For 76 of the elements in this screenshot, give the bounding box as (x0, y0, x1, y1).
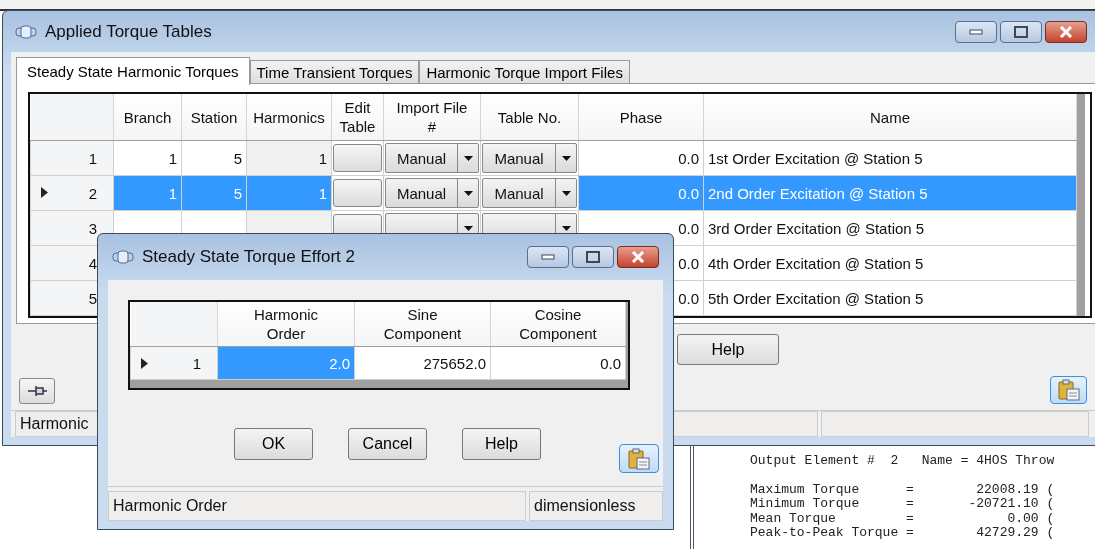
column-header[interactable]: Station (181, 94, 247, 141)
column-header[interactable]: Sine Component (354, 302, 491, 347)
table-cell: 0.0 (578, 175, 704, 211)
output-text-line: Output Element # 2 Name = 4HOS Throw (750, 454, 1056, 469)
table-number-dropdown[interactable]: Manual (482, 143, 577, 173)
output-text-line: Peak-to-Peak Torque = 42729.29 ( (750, 526, 1056, 541)
row-header[interactable]: 1 (30, 140, 114, 176)
table-number-dropdown[interactable]: Manual (482, 178, 577, 208)
table-cell: 1 (113, 140, 182, 176)
help-button[interactable]: Help (677, 334, 779, 365)
table-cell: 1 (113, 175, 182, 211)
row-header[interactable]: 1 (130, 346, 218, 380)
dropdown-icon (561, 225, 571, 231)
column-header[interactable]: Edit Table (331, 94, 384, 141)
maximize-icon (586, 251, 600, 263)
column-header[interactable]: Harmonic Order (217, 302, 355, 347)
app-icon (15, 24, 37, 39)
table-cell: 275652.0 (354, 346, 491, 380)
column-header[interactable]: Phase (578, 94, 704, 141)
dropdown-icon (561, 190, 571, 196)
output-text-line: Minimum Torque = -20721.10 ( (750, 497, 1056, 512)
minimize-icon (969, 28, 983, 35)
paste-button[interactable] (619, 444, 659, 473)
table-cell: 4th Order Excitation @ Station 5 (703, 245, 1077, 281)
table-cell: 0.0 (578, 140, 704, 176)
table-cell: 0.0 (490, 346, 626, 380)
close-icon (630, 251, 646, 263)
minimize-button[interactable] (527, 246, 569, 268)
tab[interactable]: Steady State Harmonic Torques (16, 57, 250, 85)
status-text: Harmonic Order (108, 491, 526, 521)
dialog-title: Steady State Torque Effort 2 (142, 247, 355, 267)
table-cell: 5 (181, 140, 247, 176)
close-icon (1058, 25, 1074, 38)
column-header[interactable]: Import File # (383, 94, 481, 141)
table-cell: 1st Order Excitation @ Station 5 (703, 140, 1077, 176)
output-text-line: Mean Torque = 0.00 ( (750, 511, 1056, 526)
paste-button[interactable] (1050, 376, 1087, 404)
column-header[interactable]: Cosine Component (490, 302, 626, 347)
dropdown-icon (561, 155, 571, 161)
maximize-button[interactable] (572, 246, 614, 268)
dialog-button[interactable]: OK (234, 428, 313, 460)
dropdown-icon (463, 155, 473, 161)
table-cell: 2.0 (217, 346, 355, 380)
dialog-button[interactable]: Help (462, 428, 541, 460)
app-icon (112, 250, 134, 264)
status-text: dimensionless (529, 491, 663, 521)
table-cell: 5th Order Excitation @ Station 5 (703, 280, 1077, 316)
dropdown-icon (463, 225, 473, 231)
output-text-line: Maximum Torque = 22008.19 ( (750, 482, 1056, 497)
row-header[interactable]: 2 (30, 175, 114, 211)
column-header[interactable]: Harmonics (246, 94, 332, 141)
window-title: Applied Torque Tables (45, 21, 212, 42)
maximize-icon (1014, 25, 1028, 38)
table-cell: 5 (181, 175, 247, 211)
clipboard-icon (1056, 378, 1081, 402)
minimize-button[interactable] (955, 20, 997, 43)
import-file-dropdown[interactable]: Manual (385, 143, 479, 173)
maximize-button[interactable] (1000, 20, 1042, 43)
column-header[interactable]: Branch (113, 94, 182, 141)
minimize-icon (541, 254, 555, 260)
tab[interactable]: Time Transient Torques (249, 60, 420, 84)
column-header[interactable]: Name (703, 94, 1077, 141)
table-cell: 3rd Order Excitation @ Station 5 (703, 210, 1077, 246)
close-button[interactable] (617, 246, 659, 268)
pin-icon (26, 383, 48, 399)
table-cell: 2nd Order Excitation @ Station 5 (703, 175, 1077, 211)
clipboard-icon (627, 446, 651, 471)
import-file-dropdown[interactable]: Manual (385, 178, 479, 208)
tab[interactable]: Harmonic Torque Import Files (419, 60, 630, 84)
dropdown-icon (463, 190, 473, 196)
column-header[interactable]: Table No. (480, 94, 579, 141)
table-cell: 1 (246, 175, 332, 211)
table-cell: 1 (246, 140, 332, 176)
close-button[interactable] (1045, 20, 1087, 43)
dialog-button[interactable]: Cancel (348, 428, 427, 460)
pin-button[interactable] (19, 378, 55, 404)
